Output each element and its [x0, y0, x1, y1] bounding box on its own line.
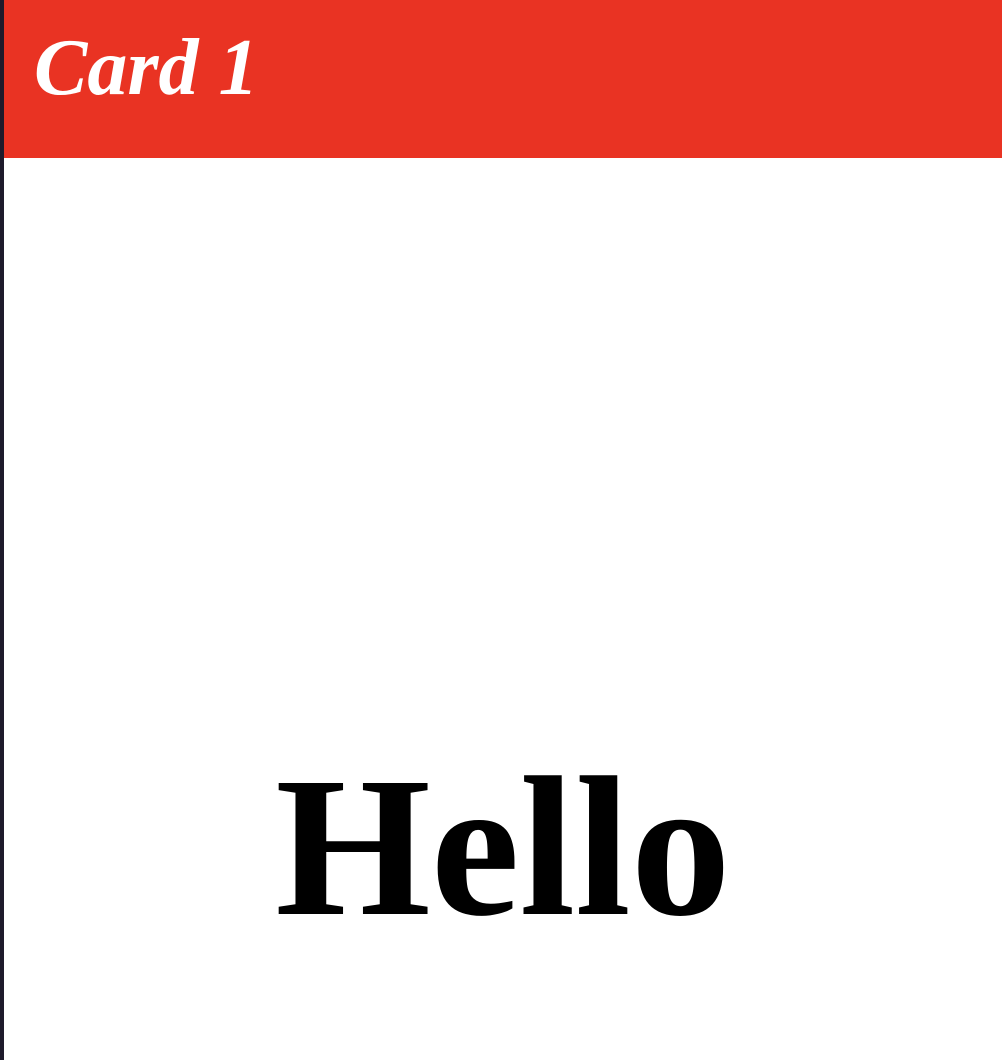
card-title: Card 1 — [34, 24, 259, 112]
card: Card 1 Hello — [4, 0, 1002, 1060]
card-body: Hello — [4, 158, 1002, 1060]
card-header: Card 1 — [4, 0, 1002, 158]
card-message: Hello — [275, 737, 731, 958]
